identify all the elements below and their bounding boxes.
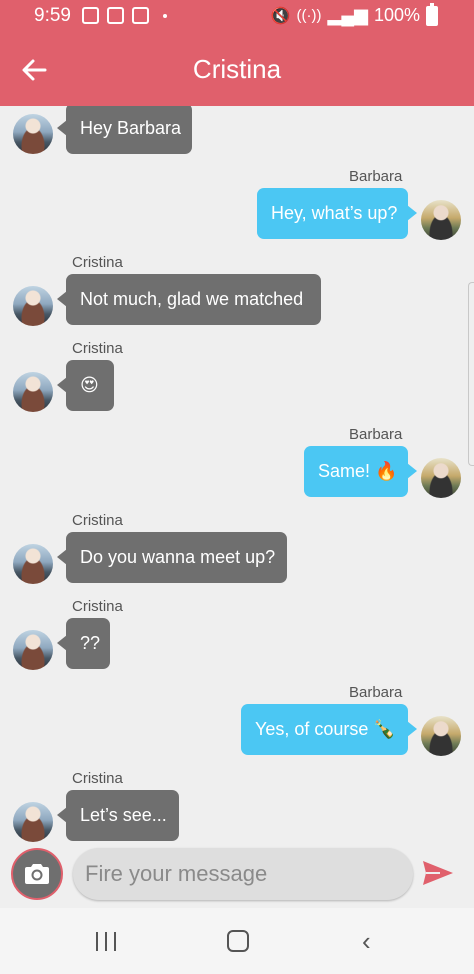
avatar	[421, 716, 461, 756]
status-time: 9:59	[34, 5, 71, 26]
notification-icons	[82, 7, 167, 24]
message-composer	[0, 842, 474, 908]
message-bubble: Hey Barbara	[57, 106, 192, 154]
instagram-icon	[107, 7, 124, 24]
wifi-icon: ((·))	[296, 7, 322, 24]
gallery-icon	[82, 7, 99, 24]
avatar	[13, 286, 53, 326]
message-bubble: Let’s see...	[57, 790, 179, 841]
send-button[interactable]	[422, 860, 458, 890]
avatar	[13, 802, 53, 842]
status-bar: 9:59 🔇 ((·)) ▂▄▆ 100%	[0, 0, 474, 34]
camera-icon	[25, 864, 49, 884]
mute-icon: 🔇	[270, 7, 291, 25]
battery-percent: 100%	[373, 5, 420, 25]
camera-button[interactable]	[11, 848, 63, 900]
avatar	[421, 200, 461, 240]
message-list[interactable]: Hey Barbara Barbara Hey, what’s up? Cris…	[0, 106, 474, 842]
avatar	[13, 630, 53, 670]
recent-apps-icon	[96, 932, 98, 951]
avatar	[13, 114, 53, 154]
message-input[interactable]	[73, 848, 413, 900]
message-bubble: Do you wanna meet up?	[57, 532, 287, 583]
sender-name: Cristina	[72, 598, 123, 615]
message-bubble: ??	[57, 618, 110, 669]
system-icons: 🔇 ((·)) ▂▄▆ 100%	[270, 2, 438, 26]
scroll-indicator[interactable]	[468, 282, 474, 466]
sender-name: Cristina	[72, 770, 123, 787]
conversation-title: Cristina	[192, 54, 282, 84]
sender-name: Barbara	[349, 426, 403, 443]
system-nav-bar: ‹	[0, 908, 474, 974]
gmail-icon	[132, 7, 149, 24]
signal-icon: ▂▄▆	[327, 5, 368, 25]
message-bubble: Same! 🔥	[304, 446, 417, 497]
more-notifications-icon	[163, 13, 167, 18]
avatar	[13, 372, 53, 412]
sender-name: Cristina	[72, 254, 123, 271]
home-button[interactable]	[227, 930, 249, 952]
app-bar: Cristina	[0, 34, 474, 106]
avatar	[13, 544, 53, 584]
message-bubble: Yes, of course 🍾	[241, 704, 417, 755]
avatar	[421, 458, 461, 498]
sender-name: Cristina	[72, 512, 123, 529]
sender-name: Cristina	[72, 340, 123, 357]
message-bubble: 😍	[57, 360, 114, 411]
message-bubble: Hey, what’s up?	[257, 188, 417, 239]
system-back-button[interactable]: ‹	[362, 928, 371, 954]
send-icon	[423, 861, 453, 885]
sender-name: Barbara	[349, 168, 403, 185]
sender-name: Barbara	[349, 684, 403, 701]
message-bubble: Not much, glad we matched	[57, 274, 321, 325]
battery-icon	[426, 2, 438, 26]
recent-apps-button[interactable]	[96, 932, 116, 952]
